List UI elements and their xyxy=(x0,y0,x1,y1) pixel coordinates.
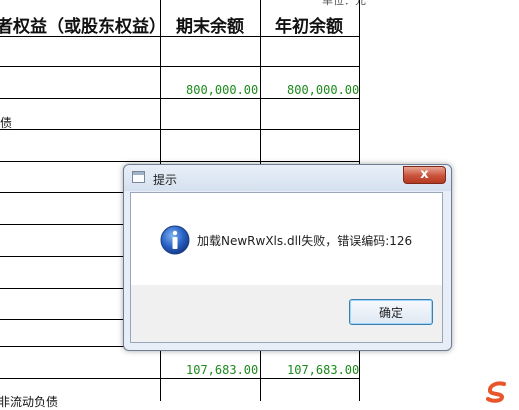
grid-line xyxy=(0,161,360,162)
dialog-titlebar[interactable]: 提示 x xyxy=(124,165,451,191)
column-header-equity: 者权益（或股东权益） xyxy=(0,17,166,37)
close-button[interactable]: x xyxy=(403,166,446,184)
cell-value[interactable]: 800,000.00 xyxy=(287,83,359,97)
dialog-title: 提示 xyxy=(153,173,178,187)
cell-value[interactable]: 107,683.00 xyxy=(186,363,258,377)
input-method-logo-icon xyxy=(486,381,506,403)
info-icon xyxy=(160,225,190,255)
row-label-noncurrent: 非流动负债 xyxy=(0,395,59,409)
column-header-period-end: 期末余额 xyxy=(176,17,244,37)
alert-dialog: 提示 x 加载NewRwXls.dll失败，错误编码:126 确定 xyxy=(123,164,452,351)
cell-value[interactable]: 107,683.00 xyxy=(287,363,359,377)
grid-line xyxy=(0,66,360,67)
grid-line xyxy=(0,129,360,130)
grid-line xyxy=(0,98,360,99)
row-label-debt: 债 xyxy=(0,116,13,130)
cell-value[interactable]: 800,000.00 xyxy=(186,83,258,97)
error-message: 加载NewRwXls.dll失败，错误编码:126 xyxy=(197,234,413,248)
dialog-body: 加载NewRwXls.dll失败，错误编码:126 确定 xyxy=(130,192,443,343)
message-area: 加载NewRwXls.dll失败，错误编码:126 xyxy=(131,193,442,285)
grid-line xyxy=(0,378,360,379)
window-icon xyxy=(132,171,145,183)
column-header-year-begin: 年初余额 xyxy=(275,17,343,37)
ok-button[interactable]: 确定 xyxy=(349,299,433,325)
